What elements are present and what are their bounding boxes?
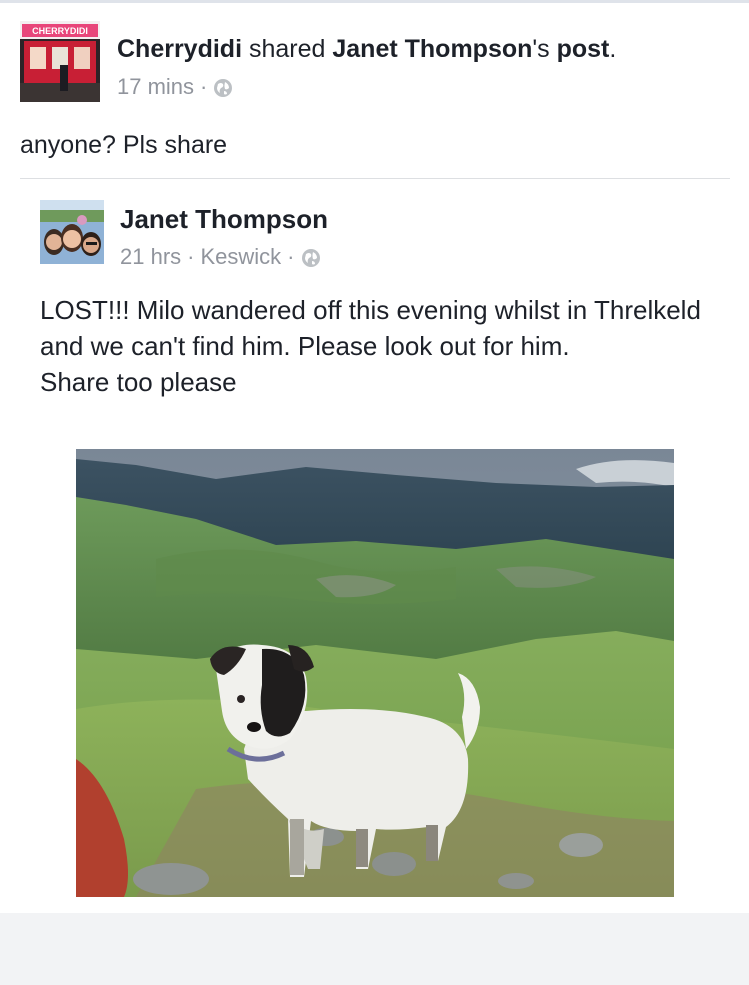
possessive-label: 's [532,35,557,63]
author-name-link[interactable]: Janet Thompson [120,203,328,235]
sharer-avatar[interactable]: CHERRYDIDI [20,21,100,102]
sharer-name-link[interactable]: Cherrydidi [117,35,242,63]
feed-background [0,913,749,985]
globe-icon[interactable] [301,247,321,267]
globe-icon[interactable] [213,77,233,97]
original-post-meta: 21 hrs · Keswick · [120,243,321,271]
meta-separator: · [287,244,295,269]
original-author-link[interactable]: Janet Thompson [332,35,532,63]
lost-dog-photo[interactable] [76,449,674,897]
original-post-time[interactable]: 21 hrs [120,243,181,271]
post-body-line: LOST!!! Milo wandered off this evening w… [40,295,701,361]
svg-text:CHERRYDIDI: CHERRYDIDI [32,26,88,36]
top-border [0,0,749,3]
meta-separator: · [200,74,208,99]
shared-post-time[interactable]: 17 mins [117,73,194,101]
post-body: LOST!!! Milo wandered off this evening w… [40,292,720,400]
meta-separator: · [187,244,195,269]
post-link[interactable]: post [557,35,610,63]
location-link[interactable]: Keswick [200,243,281,271]
share-headline: Cherrydidi shared Janet Thompson's post. [117,33,616,65]
shared-label: shared [242,35,333,63]
post-body-line: Share too please [40,367,237,397]
author-avatar[interactable] [40,200,104,264]
period-label: . [609,35,617,63]
share-caption: anyone? Pls share [20,131,228,159]
shared-post-meta: 17 mins · [117,73,233,101]
divider [20,178,730,179]
